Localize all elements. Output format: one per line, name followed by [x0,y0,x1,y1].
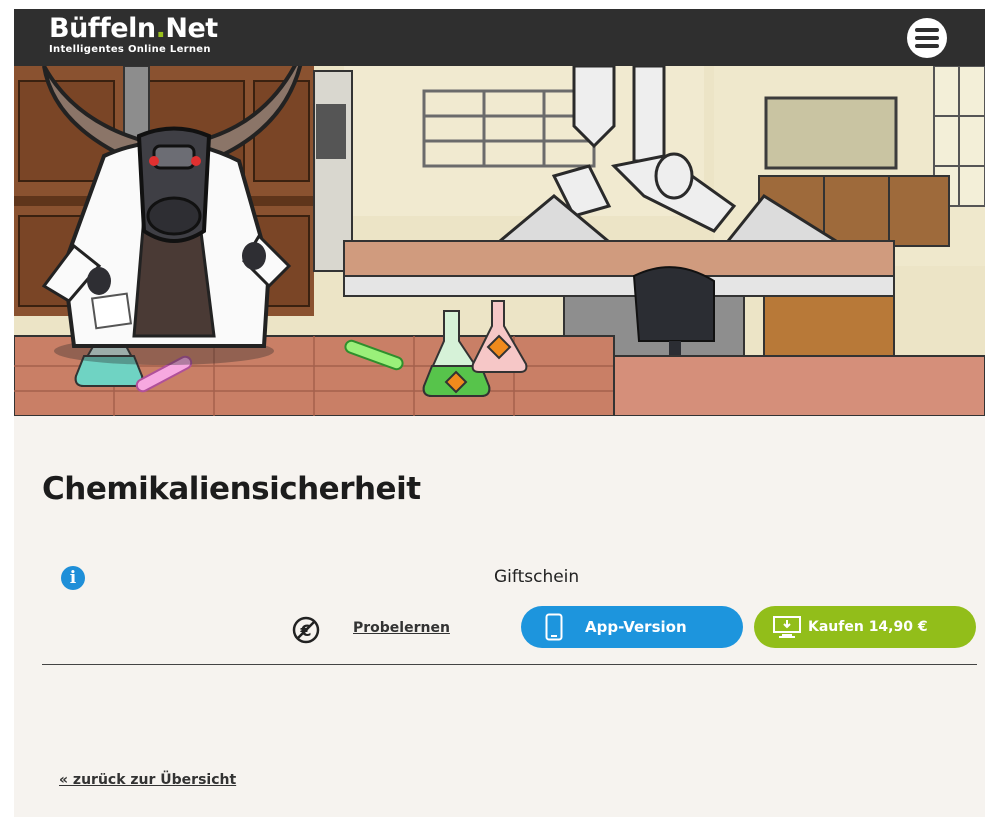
buy-button[interactable]: Kaufen 14,90 € [754,606,976,648]
course-subtitle: Giftschein [494,567,580,587]
logo-wordmark: Büffeln.Net [49,15,218,43]
logo-dot: . [155,13,166,44]
site-logo[interactable]: Büffeln.Net Intelligentes Online Lernen [49,15,218,56]
section-divider [42,664,977,665]
back-to-overview-link[interactable]: « zurück zur Übersicht [59,772,236,788]
header: Büffeln.Net Intelligentes Online Lernen [14,9,985,66]
hero-illustration [14,66,985,416]
computer-download-icon [773,616,801,638]
logo-tagline: Intelligentes Online Lernen [49,44,211,55]
smartphone-icon [545,613,563,641]
hamburger-menu-icon[interactable] [907,18,947,58]
bull-mascot [41,66,303,365]
logo-text-a: Büffeln [49,13,156,44]
app-version-label: App-Version [585,618,687,636]
page: Büffeln.Net Intelligentes Online Lernen [14,9,985,817]
info-icon[interactable]: i [61,566,85,590]
probelernen-link[interactable]: Probelernen [353,620,450,636]
page-title: Chemikaliensicherheit [42,471,421,507]
logo-text-b: Net [165,13,218,44]
buy-label: Kaufen 14,90 € [808,619,928,635]
euro-crossed-icon: € [292,616,320,644]
app-version-button[interactable]: App-Version [521,606,743,648]
